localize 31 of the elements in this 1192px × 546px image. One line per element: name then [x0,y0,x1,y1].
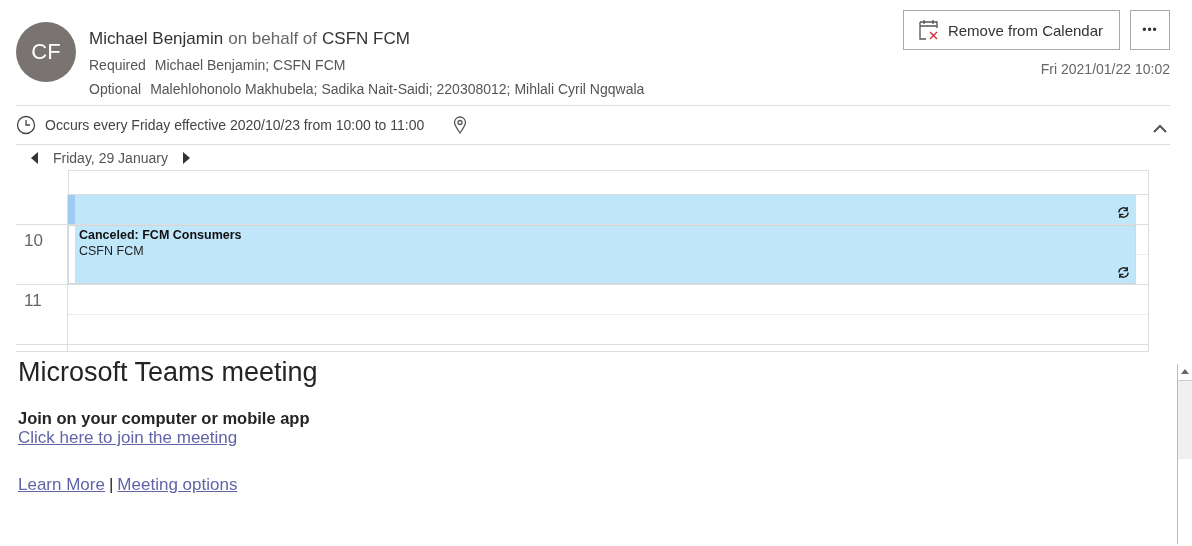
collapse-chevron-icon[interactable] [1153,124,1167,134]
remove-from-calendar-button[interactable]: Remove from Calendar [902,10,1120,50]
optional-label: Optional [89,81,142,97]
optional-attendees: Malehlohonolo Makhubela; Sadika Nait-Saidi; 220308012; Mihlali Cyril Ngqwala [150,81,645,97]
avatar: CF [16,22,76,82]
join-heading: Join on your computer or mobile app [18,409,311,428]
meeting-options-link[interactable]: Meeting options [117,475,238,495]
previous-day-icon[interactable] [31,151,39,164]
hour-label: 10 [24,231,43,250]
sender-name: Michael Benjamin [89,29,224,49]
link-separator: | [108,475,114,495]
scroll-up-icon[interactable] [1178,364,1192,381]
event-title: Canceled: FCM Consumers [79,228,243,242]
calendar-date: Friday, 29 January [53,149,168,166]
more-button[interactable]: ••• [1130,10,1170,50]
calendar-remove-icon [917,19,940,41]
hour-label: 11 [24,291,42,310]
next-day-icon[interactable] [181,151,190,164]
event-organizer: CSFN FCM [79,244,145,258]
required-attendees: Michael Benjamin; CSFN FCM [154,57,346,73]
clock-icon [16,115,36,135]
recurrence-text: Occurs every Friday effective 2020/10/23 from 10:00 to 11:00 [45,117,425,133]
sent-time: Fri 2021/01/22 10:02 [1040,61,1170,77]
meeting-title: Microsoft Teams meeting [18,357,319,389]
join-meeting-link[interactable]: Click here to join the meeting [18,428,238,447]
delegate-name: CSFN FCM [322,29,410,49]
required-label: Required [89,57,146,73]
calendar-event[interactable]: Canceled: FCM Consumers CSFN FCM [68,225,1136,284]
location-pin-icon [453,116,468,134]
learn-more-link[interactable]: Learn More [18,475,105,495]
on-behalf-label: on behalf of [228,29,318,49]
